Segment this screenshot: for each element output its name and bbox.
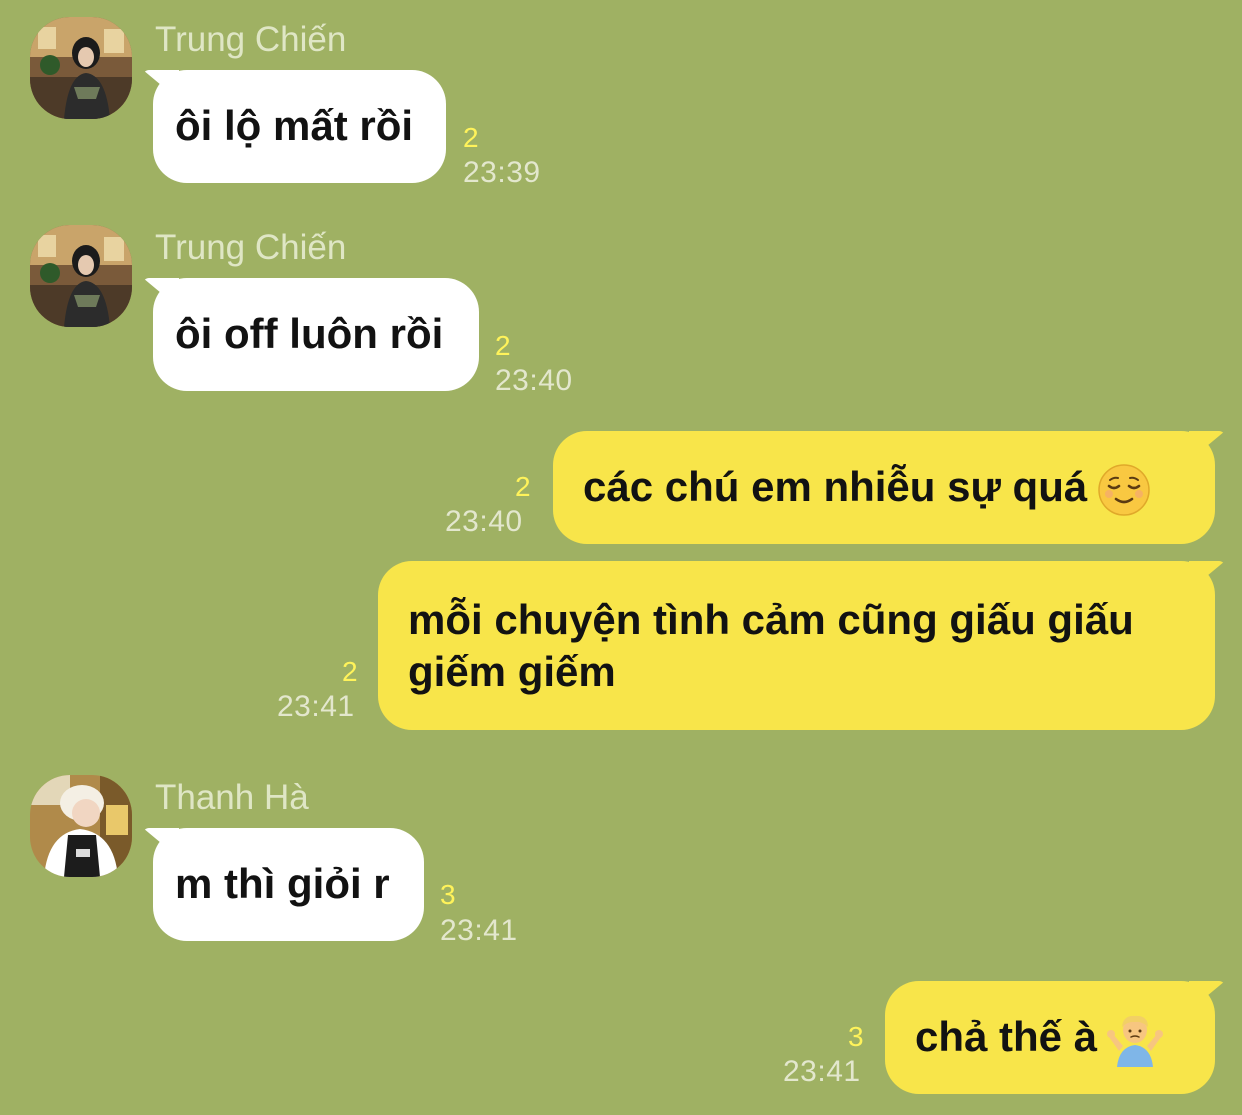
chat-conversation: Trung Chiến ôi lộ mất rồi 2 23:39 Trung … [0,0,1242,1115]
message-content: chả thế à [915,1011,1185,1067]
person-shrugging-icon [1107,1013,1164,1067]
read-count: 2 [495,330,511,361]
sender-avatar-trung-chien[interactable] [30,17,132,119]
read-count: 3 [848,1021,864,1052]
bubble-tail [143,828,179,858]
bubble-tail [1189,431,1225,461]
message-bubble[interactable]: mỗi chuyện tình cảm cũng giấu giấu giếm … [378,561,1225,730]
read-count: 3 [440,879,456,910]
read-count: 2 [515,471,531,502]
message-timestamp: 23:41 [440,914,518,947]
bubble-tail [143,278,179,308]
message-text: các chú em nhiễu sự quá [583,463,1088,510]
avatar-photo-icon [30,17,132,119]
sender-name: Trung Chiến [155,20,347,59]
read-count: 2 [342,656,358,687]
message-timestamp: 23:41 [277,690,355,723]
bubble-tail [143,70,179,100]
avatar-photo-icon [30,225,132,327]
message-timestamp: 23:40 [495,364,573,397]
message-timestamp: 23:40 [445,505,523,538]
sender-name: Thanh Hà [155,778,309,817]
message-bubble[interactable]: các chú em nhiễu sự quá [553,431,1225,544]
message-text: ôi lộ mất rồi [175,102,414,149]
bubble-tail [1189,981,1225,1011]
message-timestamp: 23:39 [463,156,541,189]
sender-name: Trung Chiến [155,228,347,267]
message-bubble[interactable]: ôi off luôn rồi [143,278,479,391]
message-timestamp: 23:41 [783,1055,861,1088]
message-text: m thì giỏi r [175,860,390,907]
bubble-tail [1189,561,1225,591]
sender-avatar-trung-chien[interactable] [30,225,132,327]
message-content: các chú em nhiễu sự quá [583,461,1185,517]
message-text: chả thế à [915,1013,1098,1060]
sender-avatar-thanh-ha[interactable] [30,775,132,877]
message-bubble[interactable]: ôi lộ mất rồi [143,70,446,183]
read-count: 2 [463,122,479,153]
message-bubble[interactable]: chả thế à [885,981,1225,1094]
relieved-face-icon [1097,463,1151,517]
message-text: ôi off luôn rồi [175,310,444,357]
message-text: mỗi chuyện tình cảm cũng giấu giấu giếm … [408,596,1134,695]
avatar-photo-icon [30,775,132,877]
message-bubble[interactable]: m thì giỏi r [143,828,424,941]
